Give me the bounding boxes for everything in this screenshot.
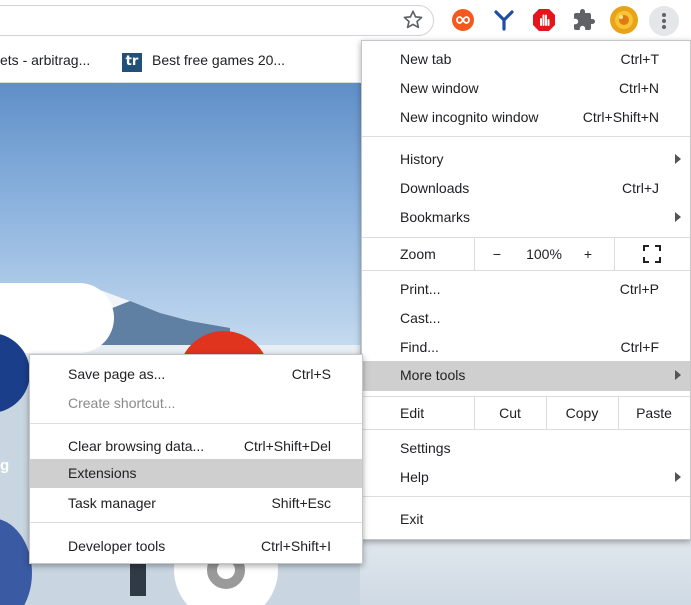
infinity-extension-icon[interactable] (451, 8, 475, 32)
menu-item-shortcut: Ctrl+F (620, 339, 660, 355)
menu-item-create-shortcut: Create shortcut... (30, 389, 362, 418)
menu-separator (362, 136, 690, 137)
menu-row-zoom: Zoom − 100% + (362, 238, 690, 270)
menu-item-label: Exit (400, 511, 424, 527)
star-icon[interactable] (402, 9, 424, 31)
menu-item-shortcut: Ctrl+P (619, 281, 659, 297)
fullscreen-icon[interactable] (643, 245, 661, 263)
submenu-arrow-icon (675, 370, 681, 380)
menu-item-label: Task manager (68, 495, 156, 511)
shortcut-label: g (0, 457, 10, 474)
menu-item-print[interactable]: Print... Ctrl+P (362, 275, 690, 304)
menu-item-label: Bookmarks (400, 209, 471, 225)
submenu-arrow-icon (675, 472, 681, 482)
menu-item-label: Cast... (400, 310, 441, 326)
menu-item-label: New tab (400, 51, 452, 67)
menu-item-history[interactable]: History (362, 145, 690, 174)
menu-item-settings[interactable]: Settings (362, 434, 690, 463)
zoom-in-button[interactable]: + (568, 238, 608, 270)
y-extension-icon[interactable] (492, 8, 516, 32)
menu-separator (30, 522, 362, 523)
menu-item-shortcut: Ctrl+Shift+N (582, 109, 659, 125)
menu-item-shortcut: Shift+Esc (271, 495, 331, 511)
menu-item-label: Settings (400, 440, 451, 456)
edit-label: Edit (400, 405, 425, 421)
menu-item-downloads[interactable]: Downloads Ctrl+J (362, 174, 690, 203)
menu-item-find[interactable]: Find... Ctrl+F (362, 333, 690, 362)
menu-item-new-window[interactable]: New window Ctrl+N (362, 74, 690, 103)
menu-item-save-page-as[interactable]: Save page as... Ctrl+S (30, 360, 362, 389)
menu-separator (362, 429, 690, 430)
menu-item-label: Help (400, 469, 429, 485)
adblock-extension-icon[interactable] (532, 8, 556, 32)
menu-item-bookmarks[interactable]: Bookmarks (362, 203, 690, 232)
menu-item-label: New incognito window (400, 109, 539, 125)
menu-item-clear-browsing-data[interactable]: Clear browsing data... Ctrl+Shift+Del (30, 432, 362, 461)
search-box-background[interactable] (0, 283, 114, 353)
menu-item-label: Clear browsing data... (68, 438, 205, 454)
kebab-menu-icon[interactable] (649, 6, 679, 36)
menu-item-shortcut: Ctrl+T (620, 51, 660, 67)
zoom-out-button[interactable]: − (474, 238, 520, 270)
address-bar[interactable] (0, 5, 434, 36)
menu-item-developer-tools[interactable]: Developer tools Ctrl+Shift+I (30, 532, 362, 561)
menu-separator (30, 423, 362, 424)
copy-button[interactable]: Copy (546, 397, 618, 429)
bookmarks-bar: ets - arbitrag... Best free games 20... (0, 40, 360, 83)
menu-item-new-incognito-window[interactable]: New incognito window Ctrl+Shift+N (362, 103, 690, 132)
menu-row-edit: Edit Cut Copy Paste (362, 397, 690, 429)
paste-button[interactable]: Paste (618, 397, 690, 429)
chrome-main-menu: New tab Ctrl+T New window Ctrl+N New inc… (361, 40, 691, 540)
menu-item-label: Save page as... (68, 366, 166, 382)
submenu-arrow-icon (675, 154, 681, 164)
menu-item-label: More tools (400, 367, 466, 383)
menu-item-new-tab[interactable]: New tab Ctrl+T (362, 45, 690, 74)
menu-item-shortcut: Ctrl+Shift+Del (243, 438, 331, 454)
zoom-level-value: 100% (526, 246, 562, 262)
menu-separator (362, 270, 690, 271)
menu-item-extensions[interactable]: Extensions (30, 459, 362, 488)
menu-item-label: Extensions (68, 465, 137, 481)
browser-toolbar (0, 0, 691, 40)
menu-item-exit[interactable]: Exit (362, 505, 690, 534)
menu-item-label: History (400, 151, 444, 167)
menu-item-shortcut: Ctrl+J (622, 180, 659, 196)
bookmark-favicon-icon: tr (122, 53, 142, 72)
menu-item-shortcut: Ctrl+N (618, 80, 659, 96)
menu-item-more-tools[interactable]: More tools (362, 361, 690, 391)
submenu-arrow-icon (675, 212, 681, 222)
menu-item-label: Print... (400, 281, 441, 297)
menu-item-label: Downloads (400, 180, 470, 196)
more-tools-submenu: Save page as... Ctrl+S Create shortcut..… (29, 354, 363, 564)
profile-avatar[interactable] (610, 6, 638, 34)
menu-item-label: New window (400, 80, 479, 96)
menu-item-help[interactable]: Help (362, 463, 690, 492)
menu-item-label: Find... (400, 339, 439, 355)
menu-item-task-manager[interactable]: Task manager Shift+Esc (30, 489, 362, 518)
zoom-label: Zoom (400, 246, 436, 262)
menu-separator (614, 238, 615, 270)
bookmark-item[interactable]: Best free games 20... (152, 52, 285, 68)
menu-item-label: Create shortcut... (68, 395, 176, 411)
menu-item-shortcut: Ctrl+S (291, 366, 331, 382)
cut-button[interactable]: Cut (474, 397, 546, 429)
menu-item-shortcut: Ctrl+Shift+I (260, 538, 331, 554)
bookmark-item[interactable]: ets - arbitrag... (0, 52, 90, 68)
menu-separator (362, 496, 690, 497)
menu-item-cast[interactable]: Cast... (362, 304, 690, 333)
puzzle-extensions-icon[interactable] (572, 8, 596, 32)
menu-item-label: Developer tools (68, 538, 166, 554)
